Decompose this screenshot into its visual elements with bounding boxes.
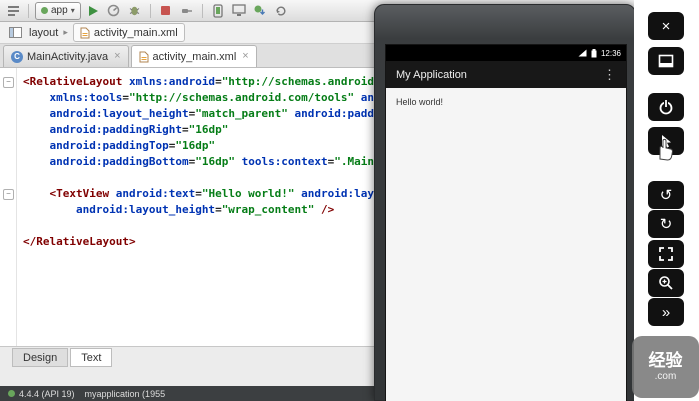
rotate-left-button[interactable]: ↺ xyxy=(648,181,684,209)
process-status: myapplication (1955 xyxy=(85,389,166,399)
toolbar-separator xyxy=(150,4,151,18)
toolbar-separator xyxy=(28,4,29,18)
rotate-right-button[interactable]: ↻ xyxy=(648,210,684,238)
avd-manager-button[interactable] xyxy=(209,2,227,20)
device-status: 4.4.4 (API 19) xyxy=(8,389,75,399)
crop-frame-icon xyxy=(658,246,674,262)
tab-mainactivity-java[interactable]: C MainActivity.java × xyxy=(3,45,129,67)
xml-file-icon xyxy=(80,27,90,39)
watermark-domain: .com xyxy=(655,371,677,382)
class-icon: C xyxy=(11,51,23,63)
screenshot-button[interactable] xyxy=(648,240,684,268)
breadcrumb-file[interactable]: activity_main.xml xyxy=(73,23,185,42)
close-button[interactable]: × xyxy=(648,12,684,40)
editor-gutter: − − xyxy=(0,68,17,346)
tab-activity-main-xml[interactable]: activity_main.xml × xyxy=(131,45,257,67)
close-icon[interactable]: × xyxy=(114,51,120,62)
magnifier-plus-icon xyxy=(658,275,674,291)
sdk-manager-button[interactable] xyxy=(251,2,269,20)
app-content: Hello world! xyxy=(386,88,626,107)
overflow-menu-icon[interactable]: ⋮ xyxy=(603,67,616,83)
battery-icon xyxy=(591,49,597,58)
stop-button[interactable] xyxy=(157,2,175,20)
hello-world-text: Hello world! xyxy=(396,97,443,107)
tab-label: MainActivity.java xyxy=(27,51,108,63)
sync-project-button[interactable] xyxy=(272,2,290,20)
chevron-down-icon: ▾ xyxy=(71,6,75,15)
status-gap xyxy=(0,368,374,386)
panel-icon[interactable] xyxy=(6,24,24,42)
chevron-right-icon: ▸ xyxy=(63,27,68,38)
device-status-bar: 12:36 xyxy=(386,45,626,61)
fold-marker[interactable]: − xyxy=(3,189,14,200)
more-controls-button[interactable]: » xyxy=(648,298,684,326)
toolbar-separator xyxy=(202,4,203,18)
run-button[interactable] xyxy=(84,2,102,20)
emulator-window: 12:36 My Application ⋮ Hello world! xyxy=(374,4,636,401)
app-action-bar: My Application ⋮ xyxy=(386,61,626,88)
power-button[interactable] xyxy=(648,93,684,121)
run-config-dropdown[interactable]: app ▾ xyxy=(35,2,81,20)
android-app-icon xyxy=(41,7,48,14)
watermark: 经验 .com xyxy=(632,336,699,398)
minimize-button[interactable] xyxy=(648,47,684,75)
tab-text[interactable]: Text xyxy=(70,348,112,367)
watermark-text: 经验 xyxy=(649,352,683,371)
minimize-icon xyxy=(658,54,674,68)
device-label: 4.4.4 (API 19) xyxy=(19,389,75,399)
device-monitor-button[interactable] xyxy=(230,2,248,20)
xml-file-icon xyxy=(139,51,149,63)
power-icon xyxy=(657,98,675,116)
fold-marker[interactable]: − xyxy=(3,77,14,88)
hand-cursor-icon xyxy=(652,136,676,167)
run-config-label: app xyxy=(51,5,68,16)
status-clock: 12:36 xyxy=(601,49,621,58)
zoom-button[interactable] xyxy=(648,269,684,297)
emulator-screen[interactable]: 12:36 My Application ⋮ Hello world! xyxy=(385,44,627,401)
attach-debugger-button[interactable] xyxy=(178,2,196,20)
tab-design[interactable]: Design xyxy=(12,348,68,367)
breadcrumb-folder[interactable]: layout xyxy=(29,27,58,39)
android-studio-window: app ▾ xyxy=(0,0,699,401)
profile-button[interactable] xyxy=(105,2,123,20)
app-title: My Application xyxy=(396,69,467,81)
debug-button[interactable] xyxy=(126,2,144,20)
breadcrumb-file-label: activity_main.xml xyxy=(94,27,178,39)
android-device-icon xyxy=(8,390,15,397)
close-icon[interactable]: × xyxy=(242,51,248,62)
tab-label: activity_main.xml xyxy=(153,51,237,63)
editor-mode-tabs: Design Text xyxy=(0,346,374,368)
process-label: myapplication (1955 xyxy=(85,389,166,399)
wifi-icon xyxy=(578,49,587,57)
tool-windows-icon[interactable] xyxy=(4,2,22,20)
